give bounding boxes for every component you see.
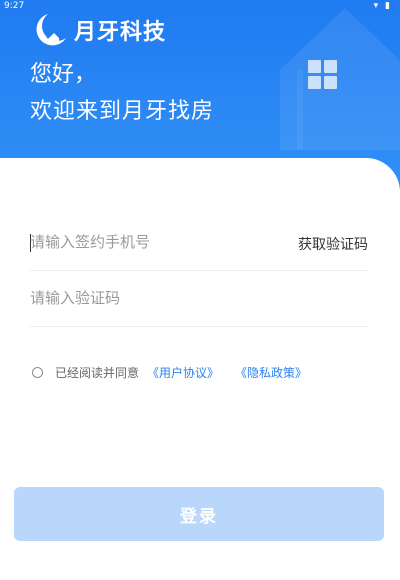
agreement-checkbox[interactable]	[32, 367, 43, 378]
verification-code-input[interactable]	[30, 289, 250, 307]
agreement-text: 已经阅读并同意	[55, 366, 140, 380]
status-time: 9:27	[4, 1, 25, 11]
greeting-text: 您好，	[30, 62, 97, 87]
welcome-text: 欢迎来到月牙找房	[30, 99, 215, 124]
privacy-policy-link[interactable]: 《隐私政策》	[235, 364, 307, 381]
user-agreement-link[interactable]: 《用户协议》	[147, 364, 219, 381]
agreement-row: 已经阅读并同意 《用户协议》 《隐私政策》	[32, 364, 307, 381]
moon-house-logo-icon	[36, 14, 66, 46]
get-code-button[interactable]: 获取验证码	[298, 234, 368, 254]
brand-name: 月牙科技	[74, 20, 167, 45]
phone-input[interactable]	[30, 233, 250, 251]
login-button[interactable]: 登录	[14, 487, 384, 541]
logo: 月牙科技	[32, 10, 166, 50]
house-illustration-icon	[280, 8, 400, 150]
phone-field[interactable]: 获取验证码	[30, 214, 368, 271]
code-field[interactable]	[30, 270, 368, 327]
